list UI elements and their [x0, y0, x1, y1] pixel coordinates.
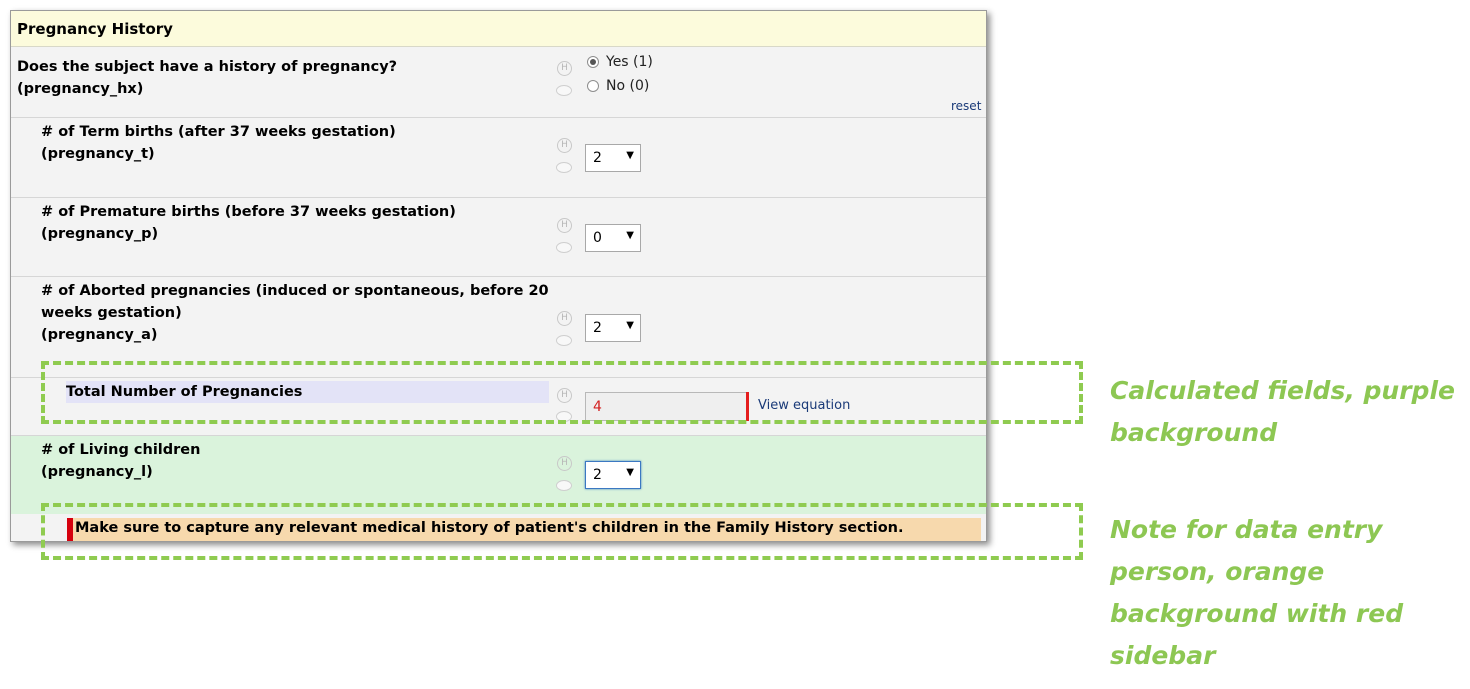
help-icon[interactable]: H — [557, 311, 572, 326]
annotation-line: Calculated fields, purple — [1110, 376, 1455, 405]
comment-icon[interactable] — [556, 85, 572, 96]
variable-name: (pregnancy_hx) — [17, 81, 144, 97]
select-value: 2 — [593, 150, 602, 166]
field-label-pregnancy-a: # of Aborted pregnancies (induced or spo… — [41, 280, 549, 346]
chevron-down-icon: ▼ — [626, 467, 634, 478]
note-annotation: Note for data entry person, orange backg… — [1110, 509, 1403, 677]
radio-no[interactable] — [587, 80, 599, 92]
chevron-down-icon: ▼ — [626, 320, 634, 331]
field-row-pregnancy-p: # of Premature births (before 37 weeks g… — [11, 198, 986, 277]
pregnancy-history-form: Pregnancy History Does the subject have … — [10, 10, 987, 542]
term-births-select[interactable]: 2 ▼ — [585, 144, 641, 172]
label-line: Does the subject have a history of pregn… — [17, 59, 398, 75]
label-line: weeks gestation) — [41, 305, 182, 321]
variable-name: (pregnancy_l) — [41, 464, 153, 480]
label-line: # of Aborted pregnancies (induced or spo… — [41, 283, 549, 299]
annotation-line: person, orange — [1110, 557, 1325, 586]
note-highlight-box — [41, 503, 1083, 560]
help-icon[interactable]: H — [557, 218, 572, 233]
field-label-pregnancy-hx: Does the subject have a history of pregn… — [17, 56, 397, 100]
label-line: # of Living children — [41, 442, 201, 458]
premature-births-select[interactable]: 0 ▼ — [585, 224, 641, 252]
comment-icon[interactable] — [556, 335, 572, 346]
select-value: 2 — [593, 467, 602, 483]
section-header: Pregnancy History — [11, 11, 986, 47]
comment-icon[interactable] — [556, 480, 572, 491]
field-row-pregnancy-hx: Does the subject have a history of pregn… — [11, 47, 986, 118]
annotation-line: sidebar — [1110, 641, 1216, 670]
field-label-pregnancy-p: # of Premature births (before 37 weeks g… — [41, 201, 456, 245]
aborted-pregnancies-select[interactable]: 2 ▼ — [585, 314, 641, 342]
help-icon[interactable]: H — [557, 61, 572, 76]
label-line: # of Term births (after 37 weeks gestati… — [41, 124, 396, 140]
chevron-down-icon: ▼ — [626, 230, 634, 241]
field-row-pregnancy-t: # of Term births (after 37 weeks gestati… — [11, 118, 986, 198]
reset-link[interactable]: reset — [951, 99, 981, 113]
select-value: 0 — [593, 230, 602, 246]
help-icon[interactable]: H — [557, 138, 572, 153]
label-line: # of Premature births (before 37 weeks g… — [41, 204, 456, 220]
variable-name: (pregnancy_p) — [41, 226, 159, 242]
calc-annotation: Calculated fields, purple background — [1110, 370, 1455, 454]
radio-no-label: No (0) — [606, 78, 650, 94]
variable-name: (pregnancy_t) — [41, 146, 155, 162]
annotation-line: Note for data entry — [1110, 515, 1383, 544]
comment-icon[interactable] — [556, 242, 572, 253]
field-label-pregnancy-l: # of Living children (pregnancy_l) — [41, 439, 200, 483]
radio-yes[interactable] — [587, 56, 599, 68]
help-icon[interactable]: H — [557, 456, 572, 471]
calc-field-highlight-box — [41, 361, 1083, 424]
select-value: 2 — [593, 320, 602, 336]
variable-name: (pregnancy_a) — [41, 327, 158, 343]
annotation-line: background — [1110, 418, 1278, 447]
section-title: Pregnancy History — [17, 20, 173, 38]
chevron-down-icon: ▼ — [626, 150, 634, 161]
field-label-pregnancy-t: # of Term births (after 37 weeks gestati… — [41, 121, 396, 165]
annotation-line: background with red — [1110, 599, 1404, 628]
comment-icon[interactable] — [556, 162, 572, 173]
living-children-select[interactable]: 2 ▼ — [585, 461, 641, 489]
radio-yes-label: Yes (1) — [606, 54, 653, 70]
